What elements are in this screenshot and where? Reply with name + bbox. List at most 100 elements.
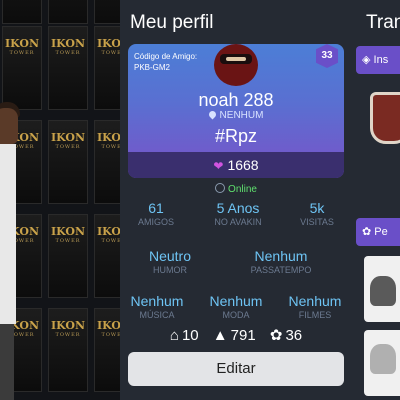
stat-value: Nenhum <box>209 293 263 309</box>
profile-card: Código de Amigo: PKB-GM2 33 noah 288 NEN… <box>128 44 344 178</box>
profile-panel: Meu perfil Código de Amigo: PKB-GM2 33 n… <box>120 0 352 400</box>
pets-label: Pe <box>374 226 388 238</box>
pet-thumbnail[interactable] <box>364 256 400 322</box>
stat-value: Neutro <box>148 248 192 264</box>
poster-subtitle: TOWER <box>55 50 81 56</box>
poster-title: IKON <box>96 131 120 144</box>
stat-mood: Neutro HUMOR <box>130 248 210 275</box>
poster-subtitle: TOWER <box>101 144 121 150</box>
stat-label: MÚSICA <box>139 310 175 320</box>
right-panel-title: Tran <box>366 12 400 33</box>
homes-count-item[interactable]: ⌂ 10 <box>170 327 199 344</box>
poster: IKONTOWER <box>48 120 88 204</box>
stat-label: PASSATEMPO <box>250 265 312 275</box>
poster-title: IKON <box>50 319 86 332</box>
pets-count-item[interactable]: ✿ 36 <box>270 327 302 344</box>
clock-icon <box>215 183 226 193</box>
poster: IKONTOWER <box>48 214 88 298</box>
poster: IKONTOWER <box>94 308 120 392</box>
stat-label: MODA <box>222 310 250 320</box>
friend-code[interactable]: PKB-GM2 <box>134 63 170 72</box>
collection-counts: ⌂ 10 ▲ 791 ✿ 36 <box>120 326 352 348</box>
stat-value: Nenhum <box>288 293 342 309</box>
poster-title: IKON <box>96 319 120 332</box>
crest-badge[interactable] <box>370 92 400 144</box>
poster: IKONTOWER <box>48 308 88 392</box>
poster-subtitle: TOWER <box>101 238 121 244</box>
poster-subtitle: TOWER <box>9 50 35 56</box>
poster: IKONTOWER <box>94 120 120 204</box>
right-panel: Tran ◈ Ins ✿ Pe <box>352 0 400 400</box>
poster-title: IKON <box>50 37 86 50</box>
stat-label: AMIGOS <box>137 217 174 227</box>
player-character <box>0 100 20 400</box>
poster <box>2 0 42 24</box>
poster-subtitle: TOWER <box>101 50 121 56</box>
online-label: Online <box>228 184 257 195</box>
poster: IKONTOWER <box>48 26 88 110</box>
hearts-count: 1668 <box>227 157 259 173</box>
online-status: Online <box>120 183 352 195</box>
stat-music: Nenhum MÚSICA <box>120 293 194 320</box>
poster <box>48 0 88 24</box>
poster-subtitle: TOWER <box>55 238 81 244</box>
pets-tab[interactable]: ✿ Pe <box>356 218 400 246</box>
poster-title: IKON <box>96 225 120 238</box>
shield-icon: ◈ <box>362 54 371 66</box>
username: noah 288 <box>198 90 274 110</box>
stat-fashion: Nenhum MODA <box>198 293 274 320</box>
location: NENHUM <box>128 109 344 121</box>
house-icon: ⌂ <box>169 327 179 344</box>
stat-friends[interactable]: 61 AMIGOS <box>120 200 192 227</box>
insignia-tab[interactable]: ◈ Ins <box>356 46 400 74</box>
stat-movies: Nenhum FILMES <box>278 293 352 320</box>
outfits-count: 791 <box>230 327 256 344</box>
poster-title: IKON <box>50 225 86 238</box>
character-head <box>0 108 18 144</box>
shirt-icon: ▲ <box>212 327 228 344</box>
poster <box>94 0 120 24</box>
heart-icon: ❤ <box>213 159 224 173</box>
stat-value: 5k <box>309 200 325 216</box>
pet-thumbnail[interactable] <box>364 330 400 396</box>
paw-icon: ✿ <box>362 226 372 238</box>
stat-visits: 5k VISITAS <box>282 200 352 227</box>
stat-value: Nenhum <box>130 293 184 309</box>
character-legs <box>0 324 14 400</box>
poster-subtitle: TOWER <box>101 332 121 338</box>
stat-value: 5 Anos <box>216 200 260 216</box>
homes-count: 10 <box>181 327 199 344</box>
poster-title: IKON <box>50 131 86 144</box>
stat-label: VISITAS <box>300 217 334 227</box>
hearts-bar: ❤ 1668 <box>128 152 344 178</box>
character-body <box>0 144 16 324</box>
poster: IKONTOWER <box>94 26 120 110</box>
stat-value: Nenhum <box>254 248 308 264</box>
pets-count: 36 <box>285 327 303 344</box>
poster: IKONTOWER <box>94 214 120 298</box>
edit-button[interactable]: Editar <box>128 352 344 386</box>
avatar-eyes <box>226 57 246 61</box>
stat-years: 5 Anos NO AVAKIN <box>198 200 278 227</box>
page-title: Meu perfil <box>130 12 214 33</box>
friend-code-label: Código de Amigo: <box>134 52 198 61</box>
stat-value: 61 <box>148 200 164 216</box>
stat-hobby: Nenhum PASSATEMPO <box>238 248 324 275</box>
poster-subtitle: TOWER <box>55 332 81 338</box>
poster-title: IKON <box>4 37 40 50</box>
stat-label: FILMES <box>298 310 332 320</box>
profile-tag: #Rpz <box>214 126 258 146</box>
paw-icon: ✿ <box>269 327 283 344</box>
location-value: NENHUM <box>219 110 264 121</box>
poster-title: IKON <box>96 37 120 50</box>
outfits-count-item[interactable]: ▲ 791 <box>213 327 256 344</box>
avatar[interactable] <box>214 44 258 86</box>
insignia-label: Ins <box>373 54 389 66</box>
level-badge: 33 <box>316 44 338 68</box>
background-wall: IKONTOWER IKONTOWER IKONTOWER IKONTOWER … <box>0 0 120 400</box>
poster-subtitle: TOWER <box>55 144 81 150</box>
poster: IKONTOWER <box>2 26 42 110</box>
location-pin-icon <box>207 109 217 120</box>
stat-label: HUMOR <box>153 265 187 275</box>
stat-label: NO AVAKIN <box>214 217 262 227</box>
